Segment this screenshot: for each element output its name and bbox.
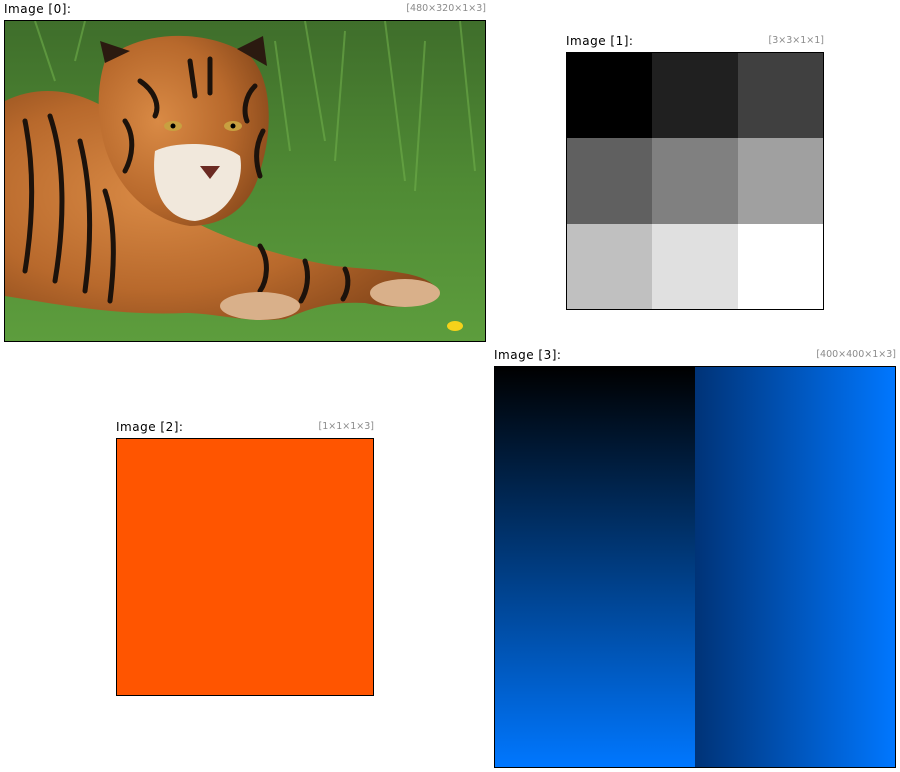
tiger-photo xyxy=(5,21,485,341)
pixel-cell xyxy=(737,138,823,224)
pixel-cell xyxy=(652,223,738,309)
image-dimensions: [1×1×1×3] xyxy=(318,421,374,432)
pixel-cell xyxy=(652,53,738,139)
pixel-cell xyxy=(737,223,823,309)
gradient-right xyxy=(695,367,895,767)
image-panel-1: Image [1]: [3×3×1×1] xyxy=(566,34,824,310)
image-canvas xyxy=(116,438,374,696)
image-canvas xyxy=(494,366,896,768)
gradient-left xyxy=(495,367,695,767)
image-dimensions: [400×400×1×3] xyxy=(816,349,896,360)
pixel-cell xyxy=(737,53,823,139)
image-title: Image [1]: xyxy=(566,34,634,48)
image-panel-3: Image [3]: [400×400×1×3] xyxy=(494,348,896,768)
image-dimensions: [3×3×1×1] xyxy=(768,35,824,46)
image-dimensions: [480×320×1×3] xyxy=(406,3,486,14)
image-title: Image [3]: xyxy=(494,348,562,362)
pixel-cell xyxy=(652,138,738,224)
image-canvas xyxy=(566,52,824,310)
image-canvas xyxy=(4,20,486,342)
pixel-cell xyxy=(567,223,653,309)
image-panel-2: Image [2]: [1×1×1×3] xyxy=(116,420,374,696)
image-panel-0: Image [0]: [480×320×1×3] xyxy=(4,2,486,342)
pixel-cell xyxy=(567,138,653,224)
image-title: Image [2]: xyxy=(116,420,184,434)
image-title: Image [0]: xyxy=(4,2,72,16)
pixel-cell xyxy=(567,53,653,139)
